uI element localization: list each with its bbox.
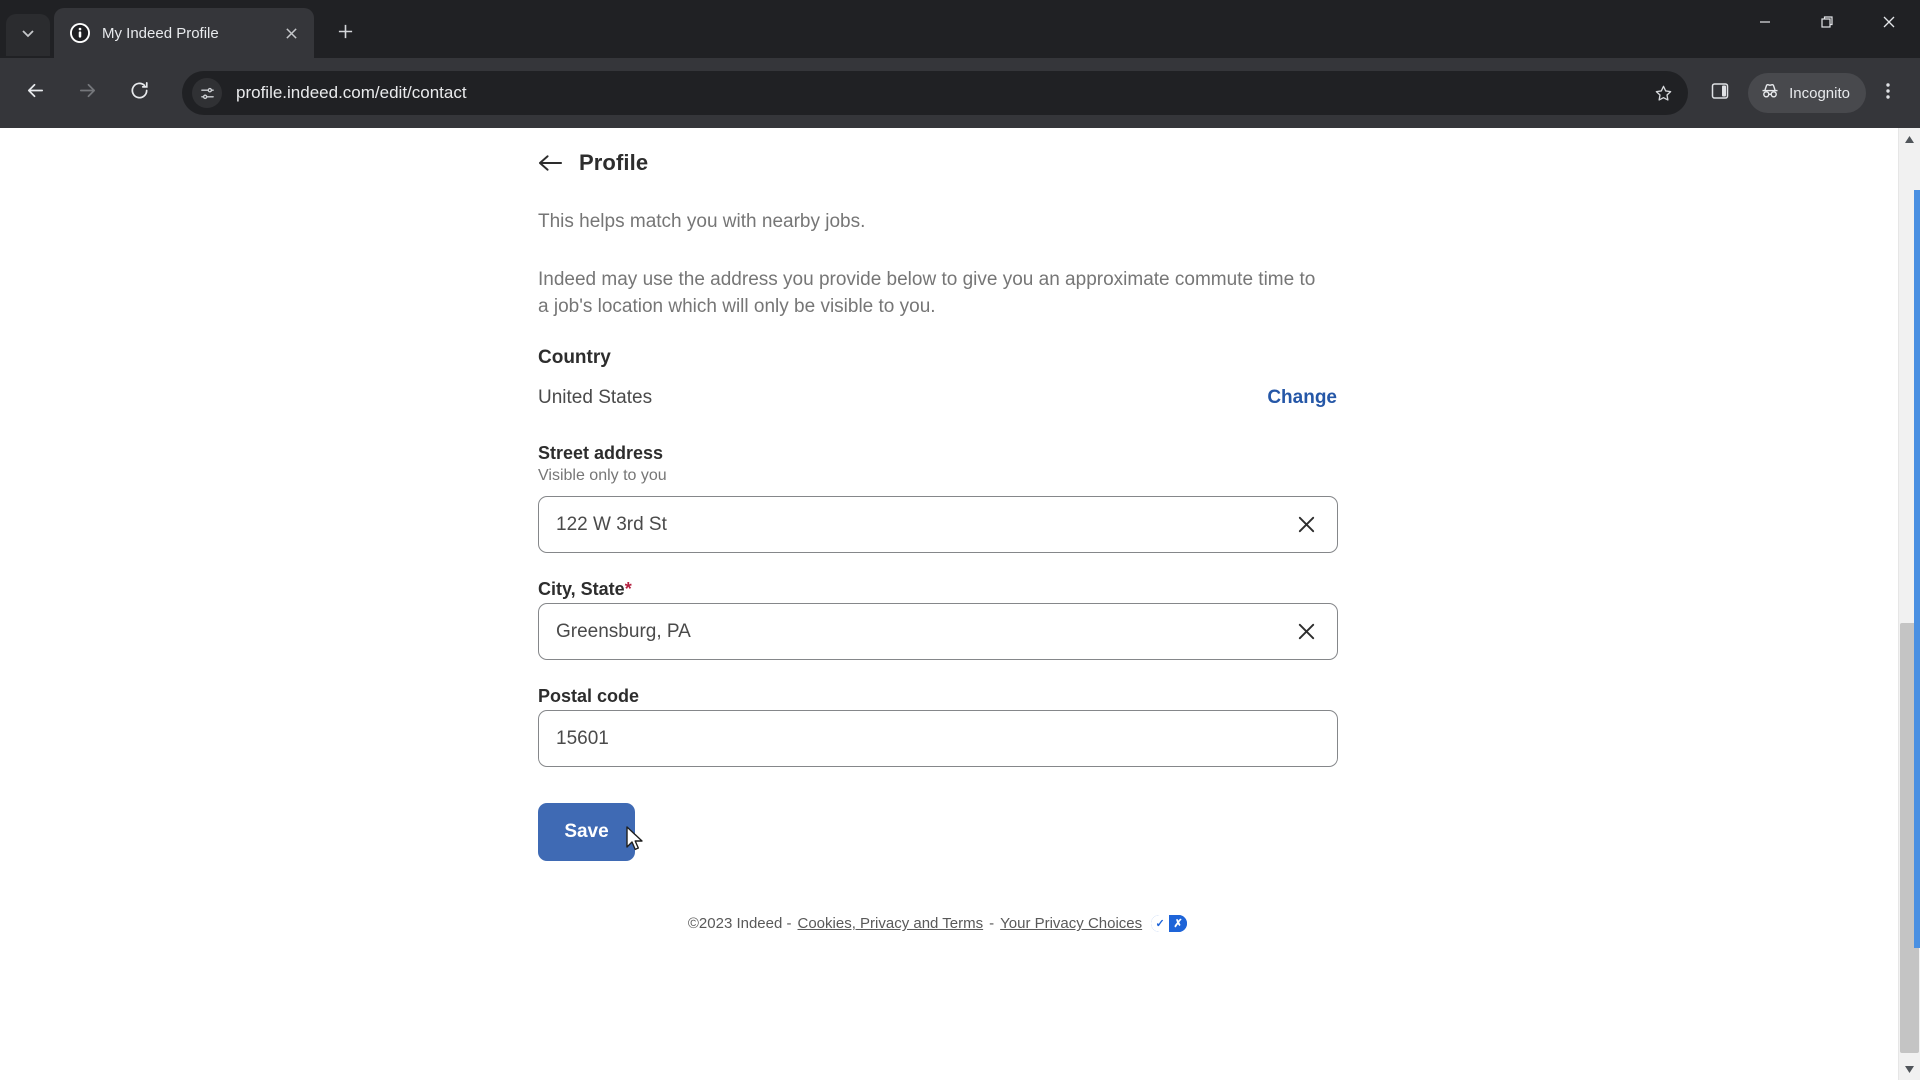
url-text: profile.indeed.com/edit/contact — [236, 83, 467, 102]
reload-icon — [129, 80, 150, 106]
privacy-choices-badge-icon[interactable]: ✓ ✗ — [1151, 915, 1188, 933]
field-street-address: Street address Visible only to you 122 W… — [538, 443, 1338, 554]
new-tab-button[interactable] — [326, 15, 364, 53]
postal-code-label: Postal code — [538, 686, 640, 707]
side-panel-icon — [1710, 81, 1730, 106]
viewport-edge-highlight — [1914, 190, 1920, 948]
incognito-indicator[interactable]: Incognito — [1748, 73, 1866, 113]
chevron-down-icon — [20, 25, 36, 46]
minimize-icon — [1758, 15, 1772, 34]
maximize-button[interactable] — [1796, 0, 1858, 48]
page-footer: ©2023 Indeed - Cookies, Privacy and Term… — [538, 915, 1337, 952]
browser-menu-button[interactable] — [1870, 73, 1906, 113]
indeed-info-icon — [70, 23, 90, 43]
browser-window: My Indeed Profile profile.indeed.com/edi… — [0, 0, 1920, 1080]
page-content-area: Profile This helps match you with nearby… — [0, 128, 1898, 1080]
incognito-hat-icon — [1760, 81, 1789, 105]
minimize-button[interactable] — [1734, 0, 1796, 48]
page-header: Profile — [538, 150, 1337, 176]
bookmark-star-icon[interactable] — [1646, 76, 1680, 110]
street-address-clear-icon[interactable] — [1293, 512, 1319, 538]
intro-paragraph-2: Indeed may use the address you provide b… — [538, 268, 1316, 318]
plus-icon — [337, 23, 354, 45]
tab-close-button[interactable] — [278, 20, 304, 46]
country-row: United States Change — [538, 387, 1337, 409]
street-address-input[interactable]: 122 W 3rd St — [538, 496, 1338, 554]
city-state-clear-icon[interactable] — [1293, 619, 1319, 645]
page-title: Profile — [579, 150, 649, 175]
city-state-input[interactable]: Greensburg, PA — [538, 603, 1338, 661]
city-state-label-text: City, State — [538, 579, 625, 600]
profile-contact-form: Profile This helps match you with nearby… — [537, 128, 1338, 952]
three-dots-vertical-icon — [1879, 82, 1897, 105]
badge-check-mark: ✓ — [1151, 915, 1170, 933]
page-viewport: Profile This helps match you with nearby… — [0, 128, 1920, 1080]
field-postal-code: Postal code 15601 — [538, 686, 1338, 768]
tab-strip: My Indeed Profile — [0, 0, 1920, 58]
postal-code-input[interactable]: 15601 — [538, 710, 1338, 768]
address-bar[interactable]: profile.indeed.com/edit/contact — [182, 71, 1689, 115]
footer-separator: - — [989, 915, 995, 933]
city-state-value: Greensburg, PA — [556, 620, 691, 642]
browser-toolbar: profile.indeed.com/edit/contact Incognit… — [0, 58, 1920, 128]
back-arrow-icon — [25, 80, 46, 106]
street-address-label: Street address — [538, 443, 664, 464]
scroll-up-arrow-icon[interactable] — [1899, 128, 1920, 150]
browser-tab[interactable]: My Indeed Profile — [54, 8, 314, 58]
copyright-text: ©2023 Indeed - — [687, 915, 792, 933]
intro-paragraph-1: This helps match you with nearby jobs. — [538, 211, 866, 232]
forward-arrow-icon — [77, 80, 98, 106]
cookies-privacy-terms-link[interactable]: Cookies, Privacy and Terms — [798, 915, 984, 932]
tab-title: My Indeed Profile — [102, 24, 219, 42]
toolbar-right-group: Incognito — [1696, 73, 1906, 113]
country-label: Country — [538, 347, 611, 369]
save-button-area: Save — [538, 803, 1337, 862]
badge-x-mark: ✗ — [1169, 915, 1188, 933]
close-icon — [1882, 15, 1896, 34]
your-privacy-choices-link[interactable]: Your Privacy Choices — [1000, 915, 1142, 932]
change-country-link[interactable]: Change — [1267, 387, 1337, 409]
restore-icon — [1820, 15, 1834, 34]
postal-code-value: 15601 — [556, 727, 609, 749]
scroll-down-arrow-icon[interactable] — [1899, 1058, 1920, 1080]
page-back-arrow-icon[interactable] — [538, 153, 563, 173]
side-panel-button[interactable] — [1700, 73, 1740, 113]
back-button[interactable] — [14, 72, 56, 114]
required-marker: * — [624, 579, 632, 600]
reload-button[interactable] — [118, 72, 160, 114]
close-window-button[interactable] — [1858, 0, 1920, 48]
site-settings-icon[interactable] — [192, 78, 222, 108]
window-controls — [1734, 0, 1920, 48]
tab-search-button[interactable] — [6, 14, 50, 56]
field-city-state: City, State* Greensburg, PA — [538, 579, 1338, 661]
city-state-label: City, State* — [538, 579, 1337, 600]
country-value: United States — [538, 387, 653, 409]
incognito-label: Incognito — [1789, 84, 1850, 102]
save-button[interactable]: Save — [538, 803, 635, 862]
forward-button[interactable] — [66, 72, 108, 114]
street-address-value: 122 W 3rd St — [556, 513, 667, 535]
street-address-hint: Visible only to you — [538, 467, 667, 485]
